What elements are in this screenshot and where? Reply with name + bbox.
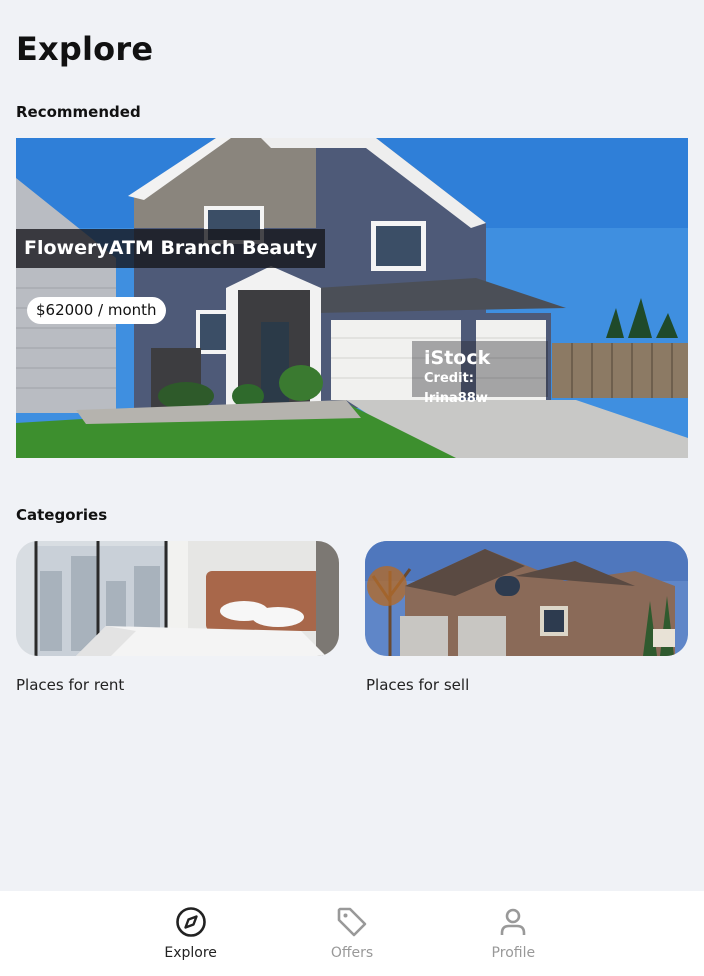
categories-section-title: Categories (16, 506, 108, 524)
recommended-card[interactable]: FloweryATM Branch Beauty $62000 / month … (16, 138, 688, 458)
bottom-navigation: Explore Offers Profile (0, 891, 704, 976)
user-icon (501, 908, 526, 935)
bedroom-photo (16, 541, 339, 656)
category-sell-label: Places for sell (366, 676, 470, 694)
page-title: Explore (16, 30, 154, 68)
nav-profile-label: Profile (491, 945, 536, 961)
listing-title: FloweryATM Branch Beauty (16, 229, 326, 268)
stock-watermark: iStock Credit: Irina88w (412, 341, 548, 406)
nav-offers[interactable]: Offers (297, 891, 407, 976)
category-rent-label: Places for rent (16, 676, 125, 694)
tag-icon (337, 907, 367, 937)
nav-profile[interactable]: Profile (458, 891, 568, 976)
category-rent-card[interactable] (16, 541, 339, 656)
house-photo (365, 541, 688, 656)
watermark-brand: iStock (424, 347, 491, 369)
category-sell-card[interactable] (365, 541, 688, 656)
nav-explore-label: Explore (164, 945, 217, 961)
price-badge: $62000 / month (27, 297, 166, 324)
watermark-credit: Credit: Irina88w (424, 371, 488, 406)
recommended-section-title: Recommended (16, 103, 141, 121)
compass-icon (175, 907, 206, 937)
nav-offers-label: Offers (330, 945, 374, 961)
nav-explore[interactable]: Explore (136, 891, 246, 976)
